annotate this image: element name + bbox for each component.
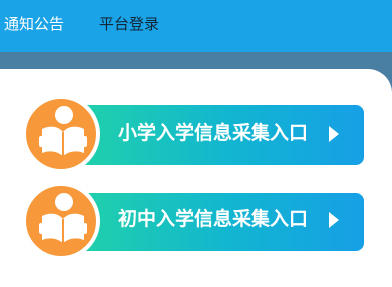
entry-label: 初中入学信息采集入口 [118,208,309,230]
primary-school-entry[interactable]: 小学入学信息采集入口 [22,95,364,173]
nav-item-notices[interactable]: 通知公告 [4,14,64,34]
reading-student-icon [22,95,100,173]
top-nav-bar: 通知公告 平台登录 [0,0,392,52]
entry-label: 小学入学信息采集入口 [118,122,309,144]
junior-high-entry[interactable]: 初中入学信息采集入口 [22,182,364,260]
play-arrow-icon [329,212,339,228]
reading-student-icon [22,182,100,260]
play-arrow-icon [329,126,339,142]
nav-item-platform-login[interactable]: 平台登录 [99,14,159,34]
